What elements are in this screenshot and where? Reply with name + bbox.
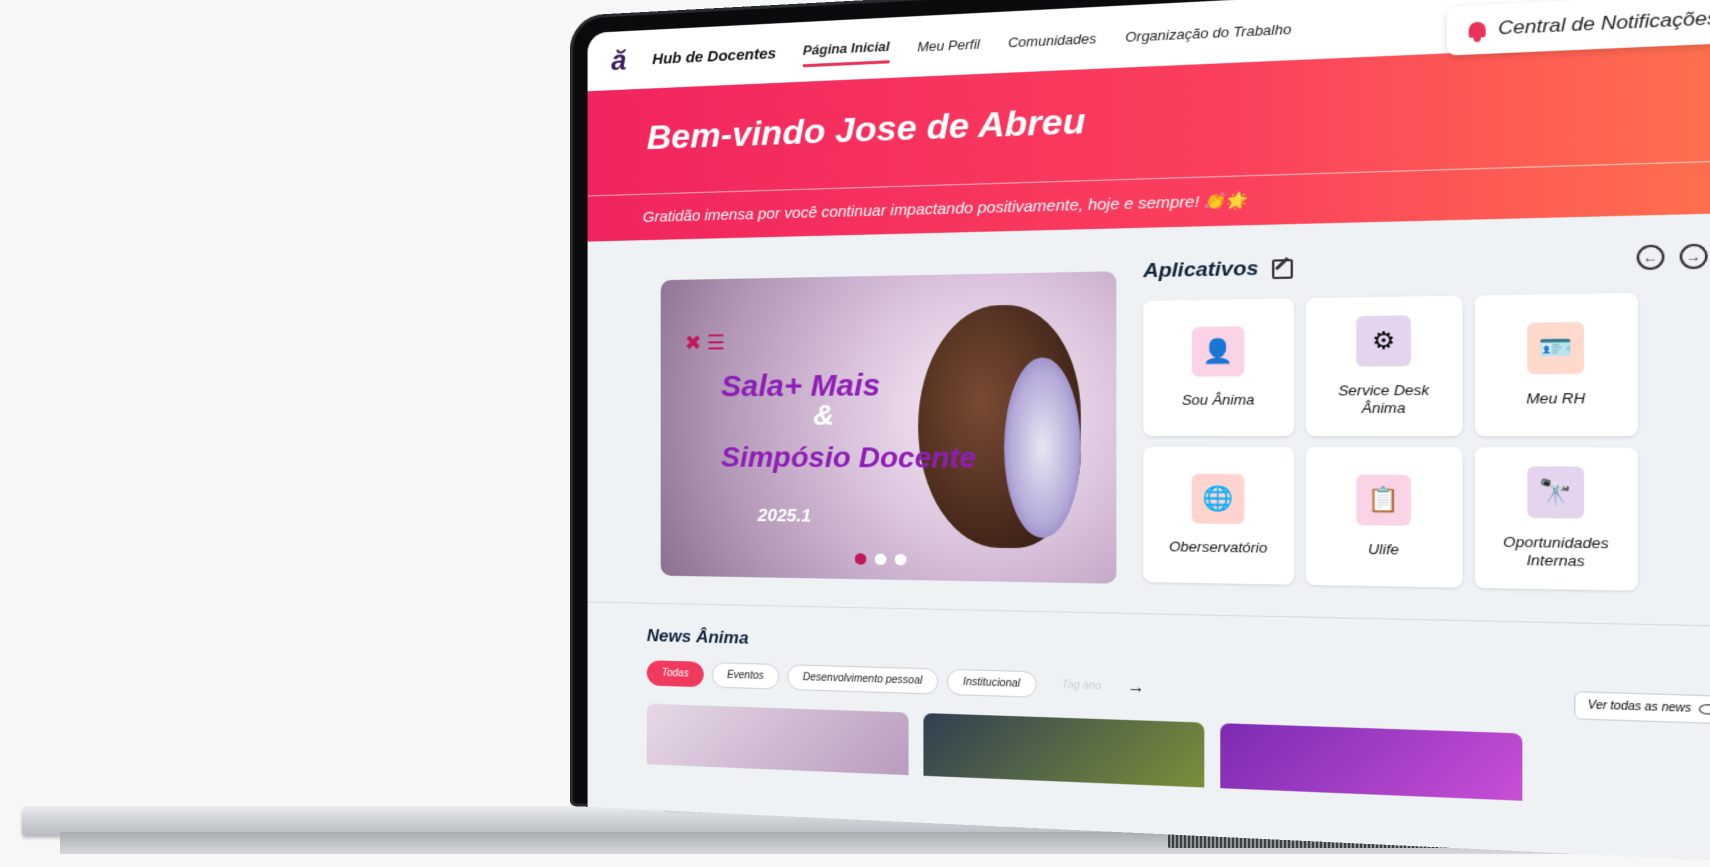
- banner-year: 2025.1: [758, 506, 811, 527]
- arrow-right-icon[interactable]: →: [1680, 244, 1708, 270]
- nav-item-pagina-inicial[interactable]: Página Inicial: [803, 32, 890, 67]
- apps-pagination: ← →: [1637, 244, 1708, 271]
- app-card[interactable]: 🌐 Oberservatório: [1143, 447, 1294, 585]
- carousel-dot[interactable]: [895, 554, 907, 566]
- notifications-button[interactable]: Central de Notificações 2: [1447, 0, 1710, 56]
- main-content: ✖ ☰ Sala+ Mais & Simpósio Docente 2025.1…: [588, 211, 1710, 629]
- tag-chip-institucional[interactable]: Institucional: [947, 669, 1037, 698]
- user-plus-icon: 👤: [1192, 326, 1245, 376]
- featured-carousel[interactable]: ✖ ☰ Sala+ Mais & Simpósio Docente 2025.1: [661, 271, 1117, 583]
- gratitude-message: Gratidão imensa por você continuar impac…: [643, 190, 1247, 226]
- news-section: News Ânima Todas Eventos Desenvolvimento…: [588, 602, 1710, 813]
- banner-logo-icon: ✖ ☰: [685, 330, 726, 356]
- app-card[interactable]: 👤 Sou Ânima: [1143, 298, 1294, 436]
- news-card[interactable]: [647, 704, 909, 776]
- banner-ampersand: &: [813, 399, 834, 432]
- carousel-dot[interactable]: [855, 553, 867, 565]
- app-card-label: Oberservatório: [1169, 538, 1267, 557]
- checklist-icon: 📋: [1356, 475, 1411, 526]
- app-card-label: Ulife: [1368, 541, 1399, 559]
- globe-icon: 🌐: [1192, 474, 1245, 524]
- tag-chip-todas[interactable]: Todas: [647, 660, 704, 687]
- news-card[interactable]: [1220, 723, 1522, 801]
- bell-icon: [1469, 21, 1486, 37]
- tag-chip-eventos[interactable]: Eventos: [712, 662, 779, 690]
- see-all-label: Ver todas as news: [1588, 700, 1691, 716]
- welcome-heading: Bem-vindo Jose de Abreu: [647, 101, 1086, 158]
- arrow-right-icon[interactable]: →: [1127, 678, 1145, 698]
- app-card[interactable]: 🪪 Meu RH: [1475, 293, 1638, 436]
- banner-portrait-geometric: [1004, 357, 1081, 538]
- arrow-left-icon[interactable]: ←: [1637, 245, 1665, 271]
- tag-chip-desenvolvimento[interactable]: Desenvolvimento pessoal: [787, 664, 938, 694]
- laptop-screen-bezel: ă Hub de Docentes Página Inicial Meu Per…: [570, 0, 1710, 867]
- browser-viewport: ă Hub de Docentes Página Inicial Meu Per…: [588, 0, 1710, 866]
- app-card[interactable]: 🔭 Oportunidades Internas: [1475, 447, 1638, 590]
- news-card[interactable]: [923, 713, 1204, 787]
- binoculars-icon: 🔭: [1527, 466, 1584, 518]
- tag-chip-faded[interactable]: Tag ano: [1045, 672, 1118, 701]
- notifications-label: Central de Notificações: [1498, 7, 1710, 40]
- apps-grid: 👤 Sou Ânima ⚙ Service Desk Ânima 🪪 Meu RH 🌐 Obe…: [1143, 293, 1638, 591]
- nav-item-comunidades[interactable]: Comunidades: [1008, 23, 1096, 56]
- see-all-news-button[interactable]: Ver todas as news: [1574, 691, 1710, 724]
- brand-name[interactable]: Hub de Docentes: [652, 44, 776, 67]
- carousel-dots: [855, 553, 907, 565]
- app-card-label: Sou Ânima: [1182, 391, 1255, 409]
- carousel-dot[interactable]: [875, 553, 887, 565]
- gear-icon: ⚙: [1356, 315, 1411, 366]
- banner-title-simposio: Simpósio Docente: [721, 444, 976, 472]
- id-badge-icon: 🪪: [1527, 322, 1584, 374]
- brand-logo[interactable]: ă: [611, 44, 626, 77]
- edit-icon[interactable]: [1272, 259, 1293, 279]
- banner-title-sala-mais: Sala+ Mais: [721, 372, 880, 402]
- news-cards: [647, 704, 1710, 814]
- eye-icon: [1699, 704, 1710, 715]
- nav-item-meu-perfil[interactable]: Meu Perfil: [917, 29, 980, 60]
- app-card-label: Service Desk Ânima: [1319, 382, 1450, 418]
- app-card[interactable]: 📋 Ulife: [1306, 447, 1463, 588]
- apps-title-text: Aplicativos: [1143, 258, 1258, 284]
- app-card[interactable]: ⚙ Service Desk Ânima: [1306, 296, 1463, 436]
- app-card-label: Oportunidades Internas: [1488, 533, 1624, 571]
- nav-item-organizacao[interactable]: Organização do Trabalho: [1125, 14, 1291, 51]
- apps-section-title: Aplicativos: [1143, 257, 1293, 284]
- hero-divider: [588, 157, 1710, 196]
- app-card-label: Meu RH: [1526, 390, 1585, 408]
